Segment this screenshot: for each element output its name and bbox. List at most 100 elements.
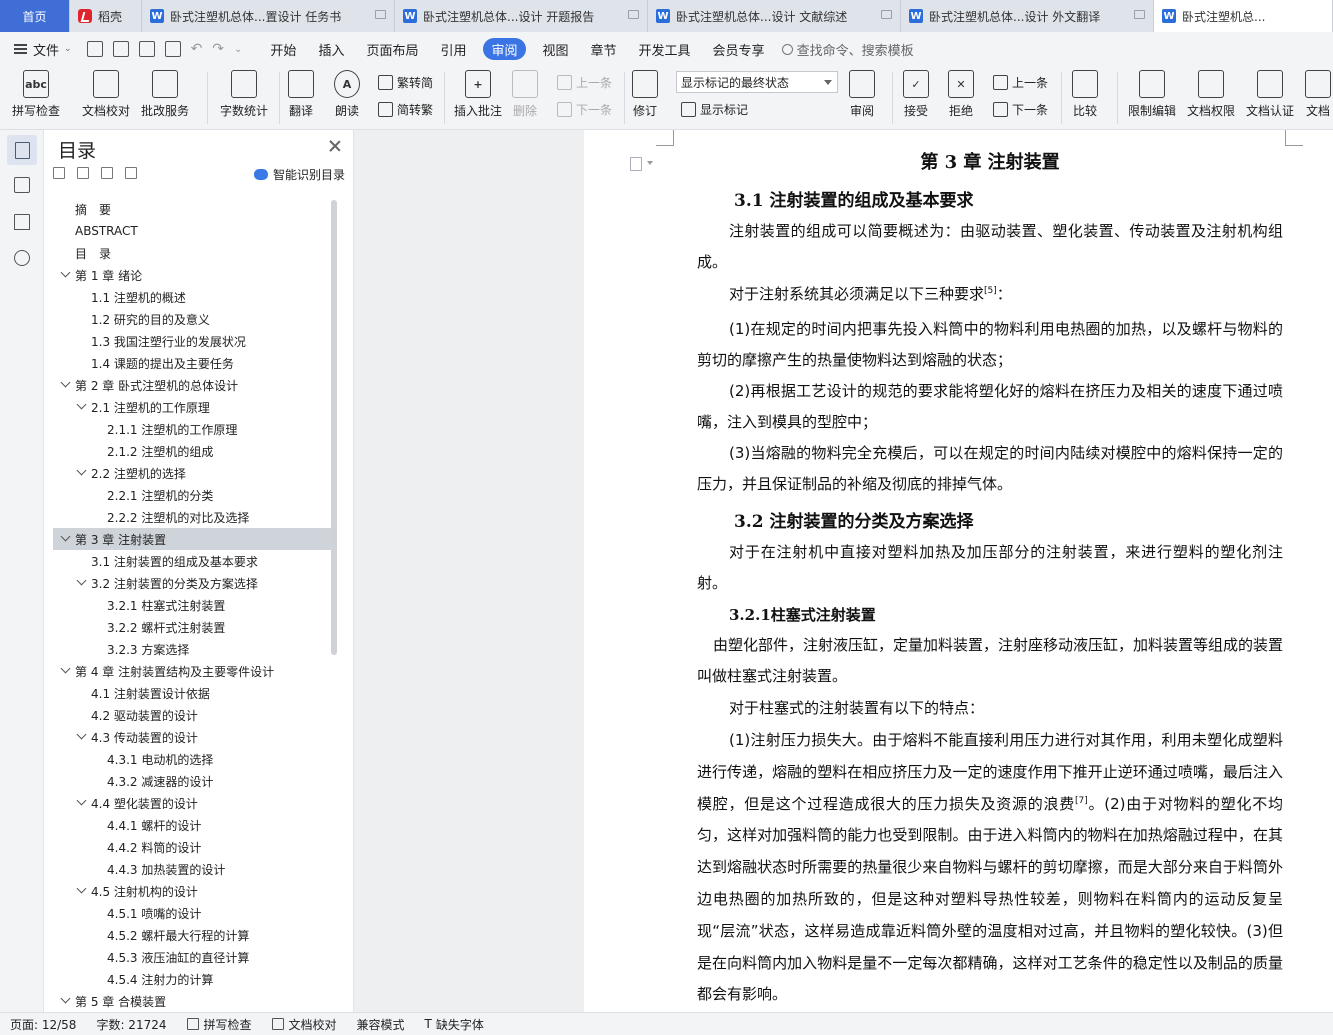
toc-item[interactable]: 4.3.1 电动机的选择: [53, 748, 331, 770]
toc-item[interactable]: 2.2.2 注塑机的对比及选择: [53, 506, 331, 528]
ribbon-tab-3[interactable]: 引用: [429, 38, 477, 60]
toc-item[interactable]: 4.5 注射机构的设计: [53, 880, 331, 902]
spell-check-toggle[interactable]: 拼写检查: [177, 1016, 262, 1033]
tab-6[interactable]: W 卧式注塑机总...: [1154, 0, 1333, 32]
ribbon-tab-8[interactable]: 会员专享: [702, 38, 776, 60]
redo-icon[interactable]: ↷: [212, 41, 224, 57]
toc-item[interactable]: 第 5 章 合模装置: [53, 990, 331, 1012]
toc-item[interactable]: 第 4 章 注射装置结构及主要零件设计: [53, 660, 331, 682]
toc-item[interactable]: 4.5.2 螺杆最大行程的计算: [53, 924, 331, 946]
document-options-icon[interactable]: [630, 157, 653, 171]
next-comment-button[interactable]: 下一条: [557, 101, 612, 118]
remove-heading-icon[interactable]: [125, 167, 137, 179]
search-icon[interactable]: [14, 250, 30, 266]
read-aloud-button[interactable]: A 朗读: [334, 70, 360, 119]
toc-item[interactable]: 3.2 注射装置的分类及方案选择: [53, 572, 331, 594]
review-pane-button[interactable]: 审阅: [849, 70, 875, 119]
toc-item[interactable]: ABSTRACT: [53, 220, 331, 242]
toc-item[interactable]: 1.2 研究的目的及意义: [53, 308, 331, 330]
ribbon-tab-2[interactable]: 页面布局: [355, 38, 429, 60]
ribbon-tab-0[interactable]: 开始: [259, 38, 307, 60]
simp-to-trad-button[interactable]: 简转繁: [378, 101, 433, 118]
accept-button[interactable]: ✓ 接受: [903, 70, 929, 119]
save-icon[interactable]: [86, 41, 103, 57]
tab-1[interactable]: 稻壳: [70, 0, 142, 32]
close-icon[interactable]: [329, 140, 341, 152]
toc-item[interactable]: 4.5.1 喷嘴的设计: [53, 902, 331, 924]
compare-button[interactable]: 比较: [1072, 70, 1098, 119]
toc-item[interactable]: 4.2 驱动装置的设计: [53, 704, 331, 726]
toc-item[interactable]: 1.1 注塑机的概述: [53, 286, 331, 308]
word-count-button[interactable]: 字数统计: [220, 70, 268, 119]
delete-comment-button[interactable]: 删除: [512, 70, 538, 119]
toc-item[interactable]: 3.2.3 方案选择: [53, 638, 331, 660]
command-search[interactable]: 查找命令、搜索模板: [781, 40, 914, 59]
toc-item[interactable]: 1.3 我国注塑行业的发展状况: [53, 330, 331, 352]
toc-item[interactable]: 3.2.1 柱塞式注射装置: [53, 594, 331, 616]
toc-item[interactable]: 4.4.3 加热装置的设计: [53, 858, 331, 880]
toc-item[interactable]: 第 1 章 绪论: [53, 264, 331, 286]
toc-item[interactable]: 3.2.2 螺杆式注射装置: [53, 616, 331, 638]
toc-item[interactable]: 2.2.1 注塑机的分类: [53, 484, 331, 506]
toc-item[interactable]: 第 3 章 注射装置: [53, 528, 331, 550]
tab-3[interactable]: W 卧式注塑机总体...设计 开题报告: [395, 0, 648, 32]
toc-item[interactable]: 2.2 注塑机的选择: [53, 462, 331, 484]
smart-toc-button[interactable]: 智能识别目录: [253, 166, 345, 183]
doc-proof-button[interactable]: 文档校对: [82, 70, 130, 119]
doc-rights-button[interactable]: 文档权限: [1187, 70, 1235, 119]
show-markup-button[interactable]: 显示标记: [681, 101, 748, 118]
ribbon-tab-4[interactable]: 审阅: [483, 38, 526, 60]
quick-access-more-icon[interactable]: ⌄: [234, 41, 242, 57]
prev-comment-button[interactable]: 上一条: [557, 74, 612, 91]
print-preview-icon[interactable]: [164, 41, 181, 57]
doc-proof-toggle[interactable]: 文档校对: [262, 1016, 347, 1033]
add-heading-icon[interactable]: [101, 167, 113, 179]
restrict-edit-button[interactable]: 限制编辑: [1128, 70, 1176, 119]
toc-item[interactable]: 4.4.1 螺杆的设计: [53, 814, 331, 836]
toc-item[interactable]: 4.4.2 料筒的设计: [53, 836, 331, 858]
spell-check-button[interactable]: abc 拼写检查: [12, 70, 60, 119]
toc-item[interactable]: 4.1 注射装置设计依据: [53, 682, 331, 704]
tab-0[interactable]: 首页: [0, 0, 70, 32]
page-indicator[interactable]: 页面: 12/58: [0, 1016, 86, 1033]
toc-item[interactable]: 4.3.2 减速器的设计: [53, 770, 331, 792]
tab-2[interactable]: W 卧式注塑机总体...置设计 任务书: [142, 0, 395, 32]
tab-5[interactable]: W 卧式注塑机总体...设计 外文翻译: [901, 0, 1154, 32]
ribbon-tab-5[interactable]: 视图: [532, 38, 580, 60]
reject-button[interactable]: ✕ 拒绝: [948, 70, 974, 119]
toc-item[interactable]: 摘 要: [53, 198, 331, 220]
collapse-all-icon[interactable]: [53, 167, 65, 179]
ribbon-tab-1[interactable]: 插入: [307, 38, 355, 60]
missing-font-button[interactable]: T 缺失字体: [415, 1016, 494, 1033]
doc-more-button[interactable]: 文档: [1305, 70, 1331, 119]
insert-comment-button[interactable]: + 插入批注: [454, 70, 502, 119]
toc-item[interactable]: 2.1.2 注塑机的组成: [53, 440, 331, 462]
ribbon-tab-6[interactable]: 章节: [580, 38, 628, 60]
toc-item[interactable]: 2.1 注塑机的工作原理: [53, 396, 331, 418]
toc-panel-icon[interactable]: [7, 135, 37, 165]
tab-4[interactable]: W 卧式注塑机总体...设计 文献综述: [648, 0, 901, 32]
print-icon[interactable]: [138, 41, 155, 57]
undo-icon[interactable]: ↶: [191, 41, 203, 57]
trad-to-simp-button[interactable]: 繁转简: [378, 74, 433, 91]
toc-scrollbar[interactable]: [331, 200, 337, 655]
toc-item[interactable]: 4.3 传动装置的设计: [53, 726, 331, 748]
expand-up-icon[interactable]: [77, 167, 89, 179]
doc-cert-button[interactable]: 文档认证: [1246, 70, 1294, 119]
toc-item[interactable]: 4.5.4 注射力的计算: [53, 968, 331, 990]
toc-item[interactable]: 第 2 章 卧式注塑机的总体设计: [53, 374, 331, 396]
ribbon-tab-7[interactable]: 开发工具: [628, 38, 702, 60]
toc-item[interactable]: 目 录: [53, 242, 331, 264]
bookmark-icon[interactable]: [14, 214, 30, 230]
toc-item[interactable]: 1.4 课题的提出及主要任务: [53, 352, 331, 374]
prev-change-button[interactable]: 上一条: [993, 74, 1048, 91]
toc-item[interactable]: 2.1.1 注塑机的工作原理: [53, 418, 331, 440]
word-count-indicator[interactable]: 字数: 21724: [86, 1016, 176, 1033]
translate-button[interactable]: 翻译: [288, 70, 314, 119]
toc-item[interactable]: 3.1 注射装置的组成及基本要求: [53, 550, 331, 572]
toc-item[interactable]: 4.5.3 液压油缸的直径计算: [53, 946, 331, 968]
markup-mode-select[interactable]: 显示标记的最终状态: [676, 71, 838, 93]
review-service-button[interactable]: 批改服务: [141, 70, 189, 119]
next-change-button[interactable]: 下一条: [993, 101, 1048, 118]
track-changes-button[interactable]: 修订: [632, 70, 658, 119]
